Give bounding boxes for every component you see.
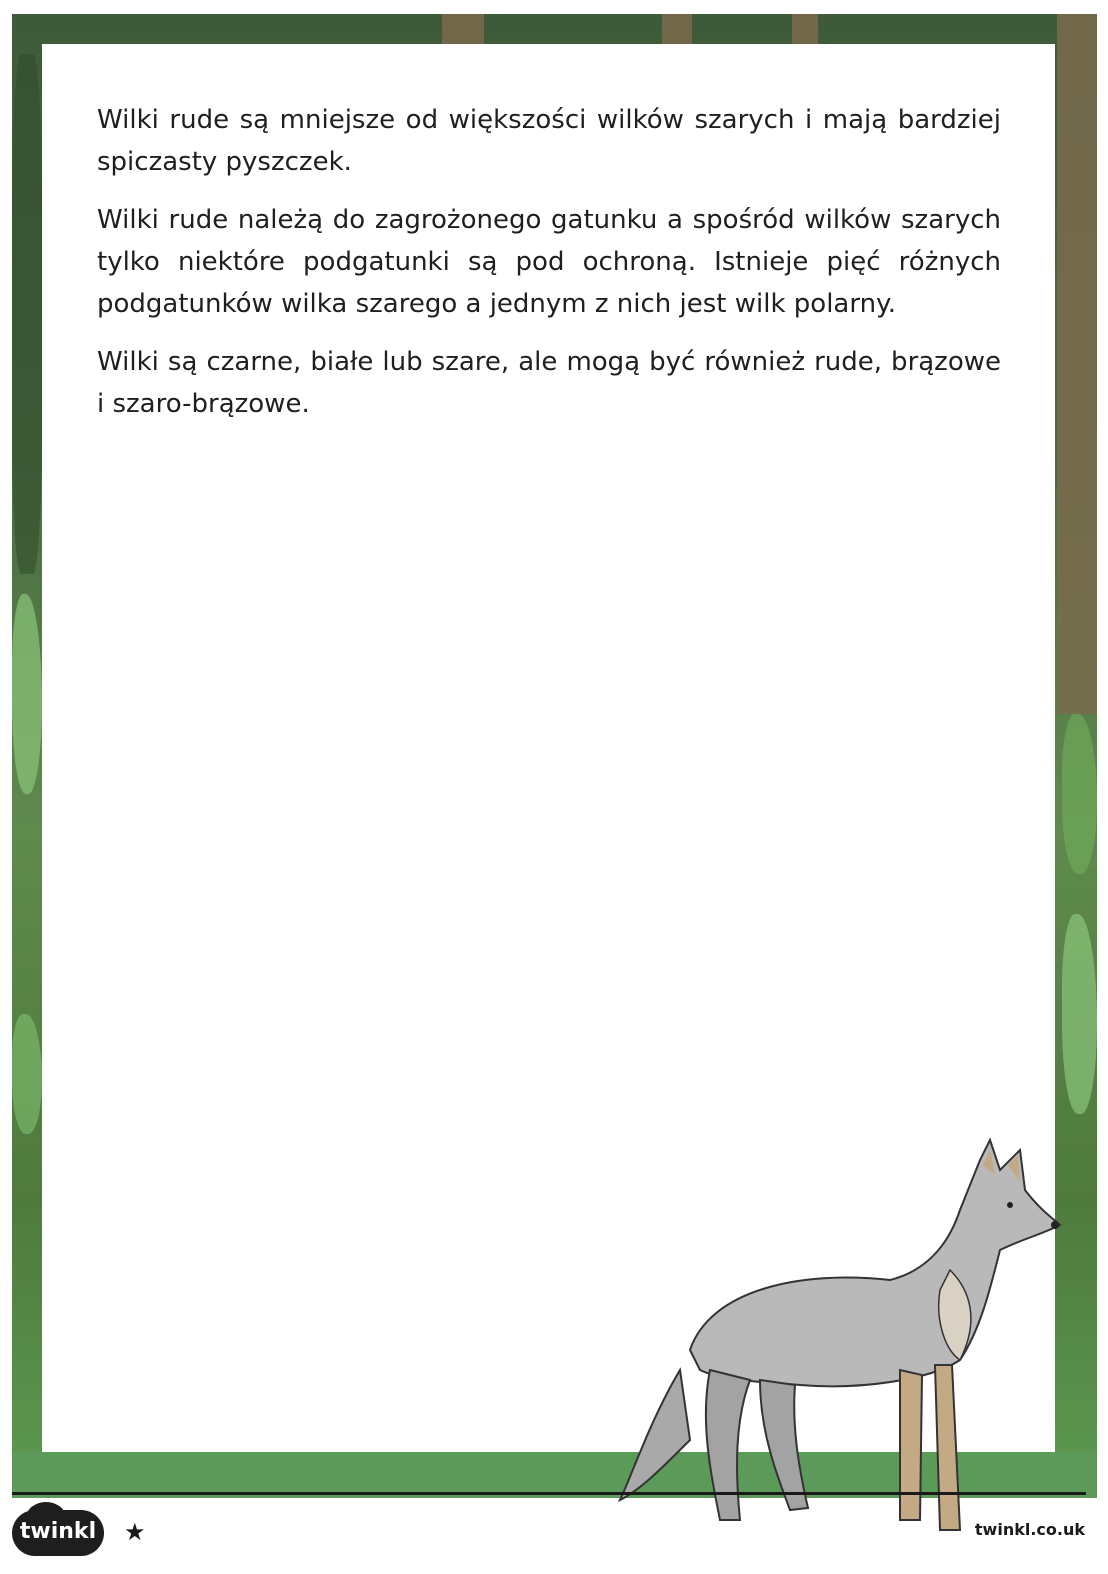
twinkl-logo[interactable]: twinkl: [12, 1502, 104, 1556]
footer-divider: [12, 1492, 1086, 1495]
star-icon: ★: [124, 1518, 146, 1546]
paragraph-3: Wilki są czarne, białe lub szare, ale mo…: [97, 347, 1001, 419]
paragraph-2: Wilki rude należą do zagrożonego gatunku…: [97, 205, 1001, 319]
paragraph-1: Wilki rude są mniejsze od większości wil…: [97, 105, 1001, 177]
logo-text: twinkl: [19, 1519, 97, 1544]
article-text: Wilki rude są mniejsze od większości wil…: [97, 99, 1001, 441]
site-url[interactable]: twinkl.co.uk: [975, 1520, 1085, 1539]
